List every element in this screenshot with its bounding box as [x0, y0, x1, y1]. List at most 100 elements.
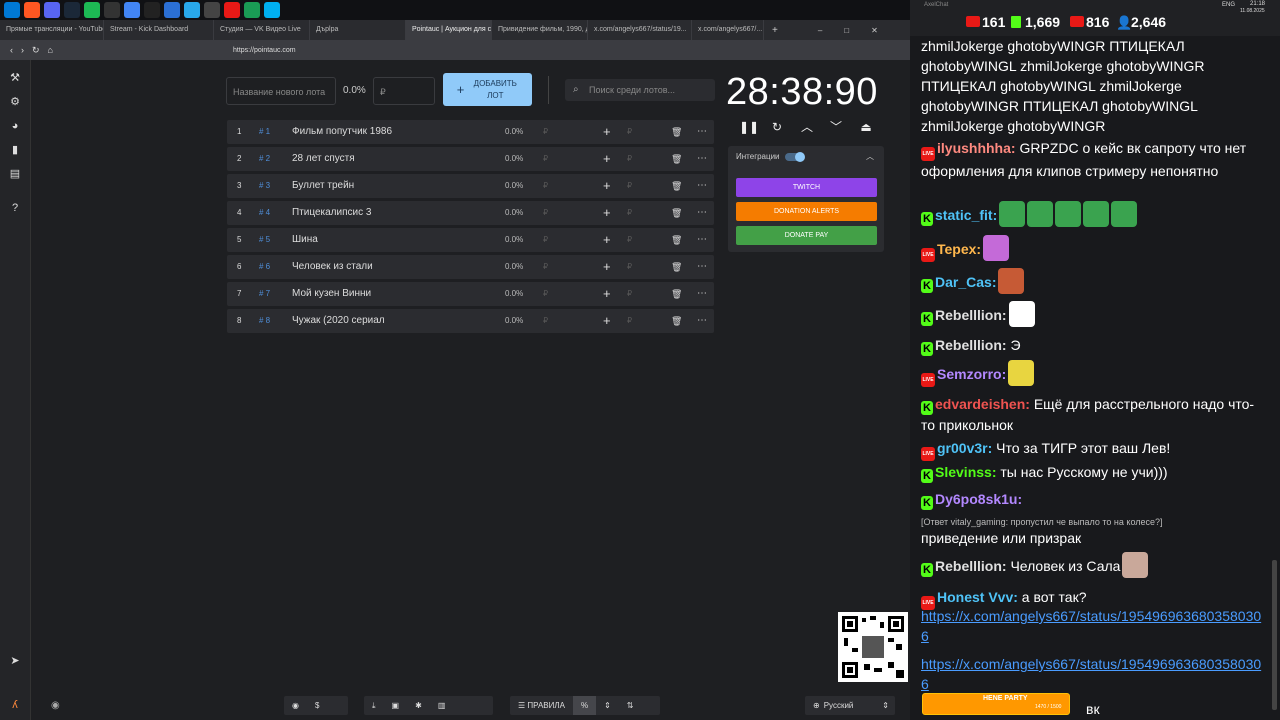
- visibility-eye-icon[interactable]: ◉: [51, 700, 60, 711]
- back-icon[interactable]: ‹: [10, 45, 13, 55]
- more-options-icon[interactable]: ⋯: [697, 309, 707, 333]
- lot-add-input[interactable]: ₽: [627, 174, 632, 198]
- video-icon[interactable]: [224, 2, 240, 18]
- trash-icon[interactable]: 🗑: [671, 147, 682, 171]
- chat-link[interactable]: https://x.com/angelys667/status/19549696…: [921, 608, 1261, 644]
- home-icon[interactable]: ⌂: [48, 45, 53, 55]
- spotify-icon[interactable]: [84, 2, 100, 18]
- chat-username[interactable]: Tepex:: [937, 241, 981, 257]
- network-icon[interactable]: [244, 2, 260, 18]
- browser-tab[interactable]: Stream - Kick Dashboard: [104, 20, 214, 40]
- add-amount-icon[interactable]: +: [603, 201, 611, 225]
- chevron-up-icon[interactable]: ︿: [799, 119, 815, 135]
- stats-icon[interactable]: ▮: [9, 144, 21, 156]
- close-icon[interactable]: ✕: [871, 26, 878, 35]
- media-icon[interactable]: [204, 2, 220, 18]
- add-amount-icon[interactable]: +: [603, 120, 611, 144]
- lot-name[interactable]: Шина: [292, 228, 318, 252]
- chat-username[interactable]: edvardeishen:: [935, 396, 1030, 412]
- browser-tab[interactable]: Привидение фильм, 1990, д...: [492, 20, 588, 40]
- more-options-icon[interactable]: ⋯: [697, 120, 707, 144]
- more-options-icon[interactable]: ⋯: [697, 147, 707, 171]
- rules-button[interactable]: ☰ ПРАВИЛА: [510, 696, 573, 715]
- lot-add-input[interactable]: ₽: [627, 228, 632, 252]
- more-options-icon[interactable]: ⋯: [697, 255, 707, 279]
- add-amount-icon[interactable]: +: [603, 228, 611, 252]
- double-chevron-up-icon[interactable]: ⏏: [858, 119, 874, 135]
- more-options-icon[interactable]: ⋯: [697, 228, 707, 252]
- new-lot-name-input[interactable]: Название нового лота: [226, 77, 336, 105]
- chat-link[interactable]: https://x.com/angelys667/status/19549696…: [921, 656, 1261, 692]
- donate-icon[interactable]: $: [307, 696, 327, 715]
- lot-name[interactable]: Чужак (2020 сериал: [292, 309, 385, 333]
- settings-icon[interactable]: ⚙: [9, 96, 21, 108]
- new-lot-price-input[interactable]: ₽: [373, 77, 435, 105]
- download-icon[interactable]: ⤓: [364, 696, 384, 715]
- integration-twitch-button[interactable]: TWITCH: [736, 178, 877, 197]
- integration-donate-pay-button[interactable]: DONATE PAY: [736, 226, 877, 245]
- add-amount-icon[interactable]: +: [603, 282, 611, 306]
- bug-icon[interactable]: ✱: [407, 696, 430, 715]
- compress-icon[interactable]: ⇕: [596, 696, 619, 715]
- chat-scrollbar[interactable]: [1272, 560, 1277, 710]
- trash-icon[interactable]: 🗑: [671, 309, 682, 333]
- lot-add-input[interactable]: ₽: [627, 282, 632, 306]
- chevron-down-icon[interactable]: ﹀: [828, 119, 844, 135]
- pause-icon[interactable]: ❚❚: [739, 119, 759, 135]
- browser-tab[interactable]: Прямые трансляции - YouTube: [0, 20, 104, 40]
- lot-add-input[interactable]: ₽: [627, 201, 632, 225]
- chat-username[interactable]: Rebelllion:: [935, 307, 1007, 323]
- lot-add-input[interactable]: ₽: [627, 120, 632, 144]
- language-select[interactable]: ⊕ Русский ⇕: [805, 696, 895, 715]
- wheel-icon[interactable]: ◕: [9, 120, 21, 132]
- lot-add-input[interactable]: ₽: [627, 147, 632, 171]
- collapse-chevron-icon[interactable]: ︿: [866, 151, 874, 162]
- delete-all-icon[interactable]: ▥: [430, 696, 454, 715]
- lot-name[interactable]: Буллет трейн: [292, 174, 354, 198]
- chat-username[interactable]: Rebelllion:: [935, 337, 1007, 353]
- lot-add-input[interactable]: ₽: [627, 309, 632, 333]
- lot-name[interactable]: Мой кузен Винни: [292, 282, 371, 306]
- chat-username[interactable]: Slevinss:: [935, 464, 996, 480]
- windows-icon[interactable]: [4, 2, 20, 18]
- chat-username[interactable]: gr00v3r:: [937, 440, 992, 456]
- integrations-toggle[interactable]: [785, 152, 805, 162]
- brave-icon[interactable]: [24, 2, 40, 18]
- minimize-icon[interactable]: –: [818, 26, 822, 35]
- trash-icon[interactable]: 🗑: [671, 174, 682, 198]
- reload-icon[interactable]: ↻: [32, 45, 40, 56]
- lot-search-input[interactable]: ⌕ Поиск среди лотов...: [565, 79, 715, 101]
- chat-username[interactable]: ilyushhhha:: [937, 140, 1016, 156]
- browser-tab[interactable]: x.com/angelys667/status/19...: [588, 20, 692, 40]
- lot-name[interactable]: Фильм попутчик 1986: [292, 120, 392, 144]
- skype-icon[interactable]: [264, 2, 280, 18]
- url-text[interactable]: https://pointauc.com: [233, 47, 296, 54]
- history-icon[interactable]: ▤: [9, 168, 21, 180]
- add-amount-icon[interactable]: +: [603, 174, 611, 198]
- trash-icon[interactable]: 🗑: [671, 255, 682, 279]
- browser-icon[interactable]: [164, 2, 180, 18]
- chat-username[interactable]: Rebelllion:: [935, 558, 1007, 574]
- lot-name[interactable]: Птицекалипсис 3: [292, 201, 371, 225]
- steam-icon[interactable]: [64, 2, 80, 18]
- more-options-icon[interactable]: ⋯: [697, 282, 707, 306]
- maximize-icon[interactable]: □: [844, 26, 849, 35]
- add-amount-icon[interactable]: +: [603, 147, 611, 171]
- chat-username[interactable]: Dar_Cas:: [935, 274, 996, 290]
- trash-icon[interactable]: 🗑: [671, 201, 682, 225]
- discord-icon[interactable]: [44, 2, 60, 18]
- sort-icon[interactable]: ⇅: [619, 696, 642, 715]
- help-icon[interactable]: ?: [9, 202, 21, 214]
- chat-username[interactable]: Semzorro:: [937, 366, 1006, 382]
- chat-username[interactable]: static_fit:: [935, 207, 997, 223]
- obs-icon[interactable]: [104, 2, 120, 18]
- chat-username[interactable]: Honest Vvv:: [937, 589, 1018, 605]
- more-options-icon[interactable]: ⋯: [697, 201, 707, 225]
- chat-username[interactable]: Dy6po8sk1u:: [935, 491, 1022, 507]
- trash-icon[interactable]: 🗑: [671, 282, 682, 306]
- more-options-icon[interactable]: ⋯: [697, 174, 707, 198]
- add-amount-icon[interactable]: +: [603, 309, 611, 333]
- browser-tab[interactable]: x.com/angelys667/...: [692, 20, 764, 40]
- add-amount-icon[interactable]: +: [603, 255, 611, 279]
- lot-name[interactable]: 28 лет спустя: [292, 147, 355, 171]
